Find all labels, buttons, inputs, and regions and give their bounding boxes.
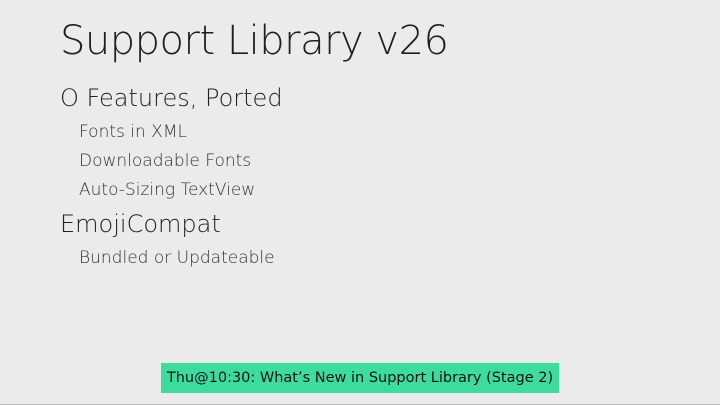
section-heading-o-features: O Features, Ported	[60, 84, 283, 112]
bullet-downloadable-fonts: Downloadable Fonts	[79, 151, 252, 171]
section-heading-emojicompat: EmojiCompat	[60, 210, 221, 238]
bullet-fonts-in-xml: Fonts in XML	[79, 122, 187, 142]
presentation-slide: Support Library v26 O Features, Ported F…	[0, 0, 720, 405]
bullet-bundled-or-updateable: Bundled or Updateable	[79, 248, 275, 268]
slide-title: Support Library v26	[60, 18, 449, 64]
bullet-auto-sizing-textview: Auto-Sizing TextView	[79, 180, 256, 200]
session-banner: Thu@10:30: What’s New in Support Library…	[161, 363, 559, 393]
